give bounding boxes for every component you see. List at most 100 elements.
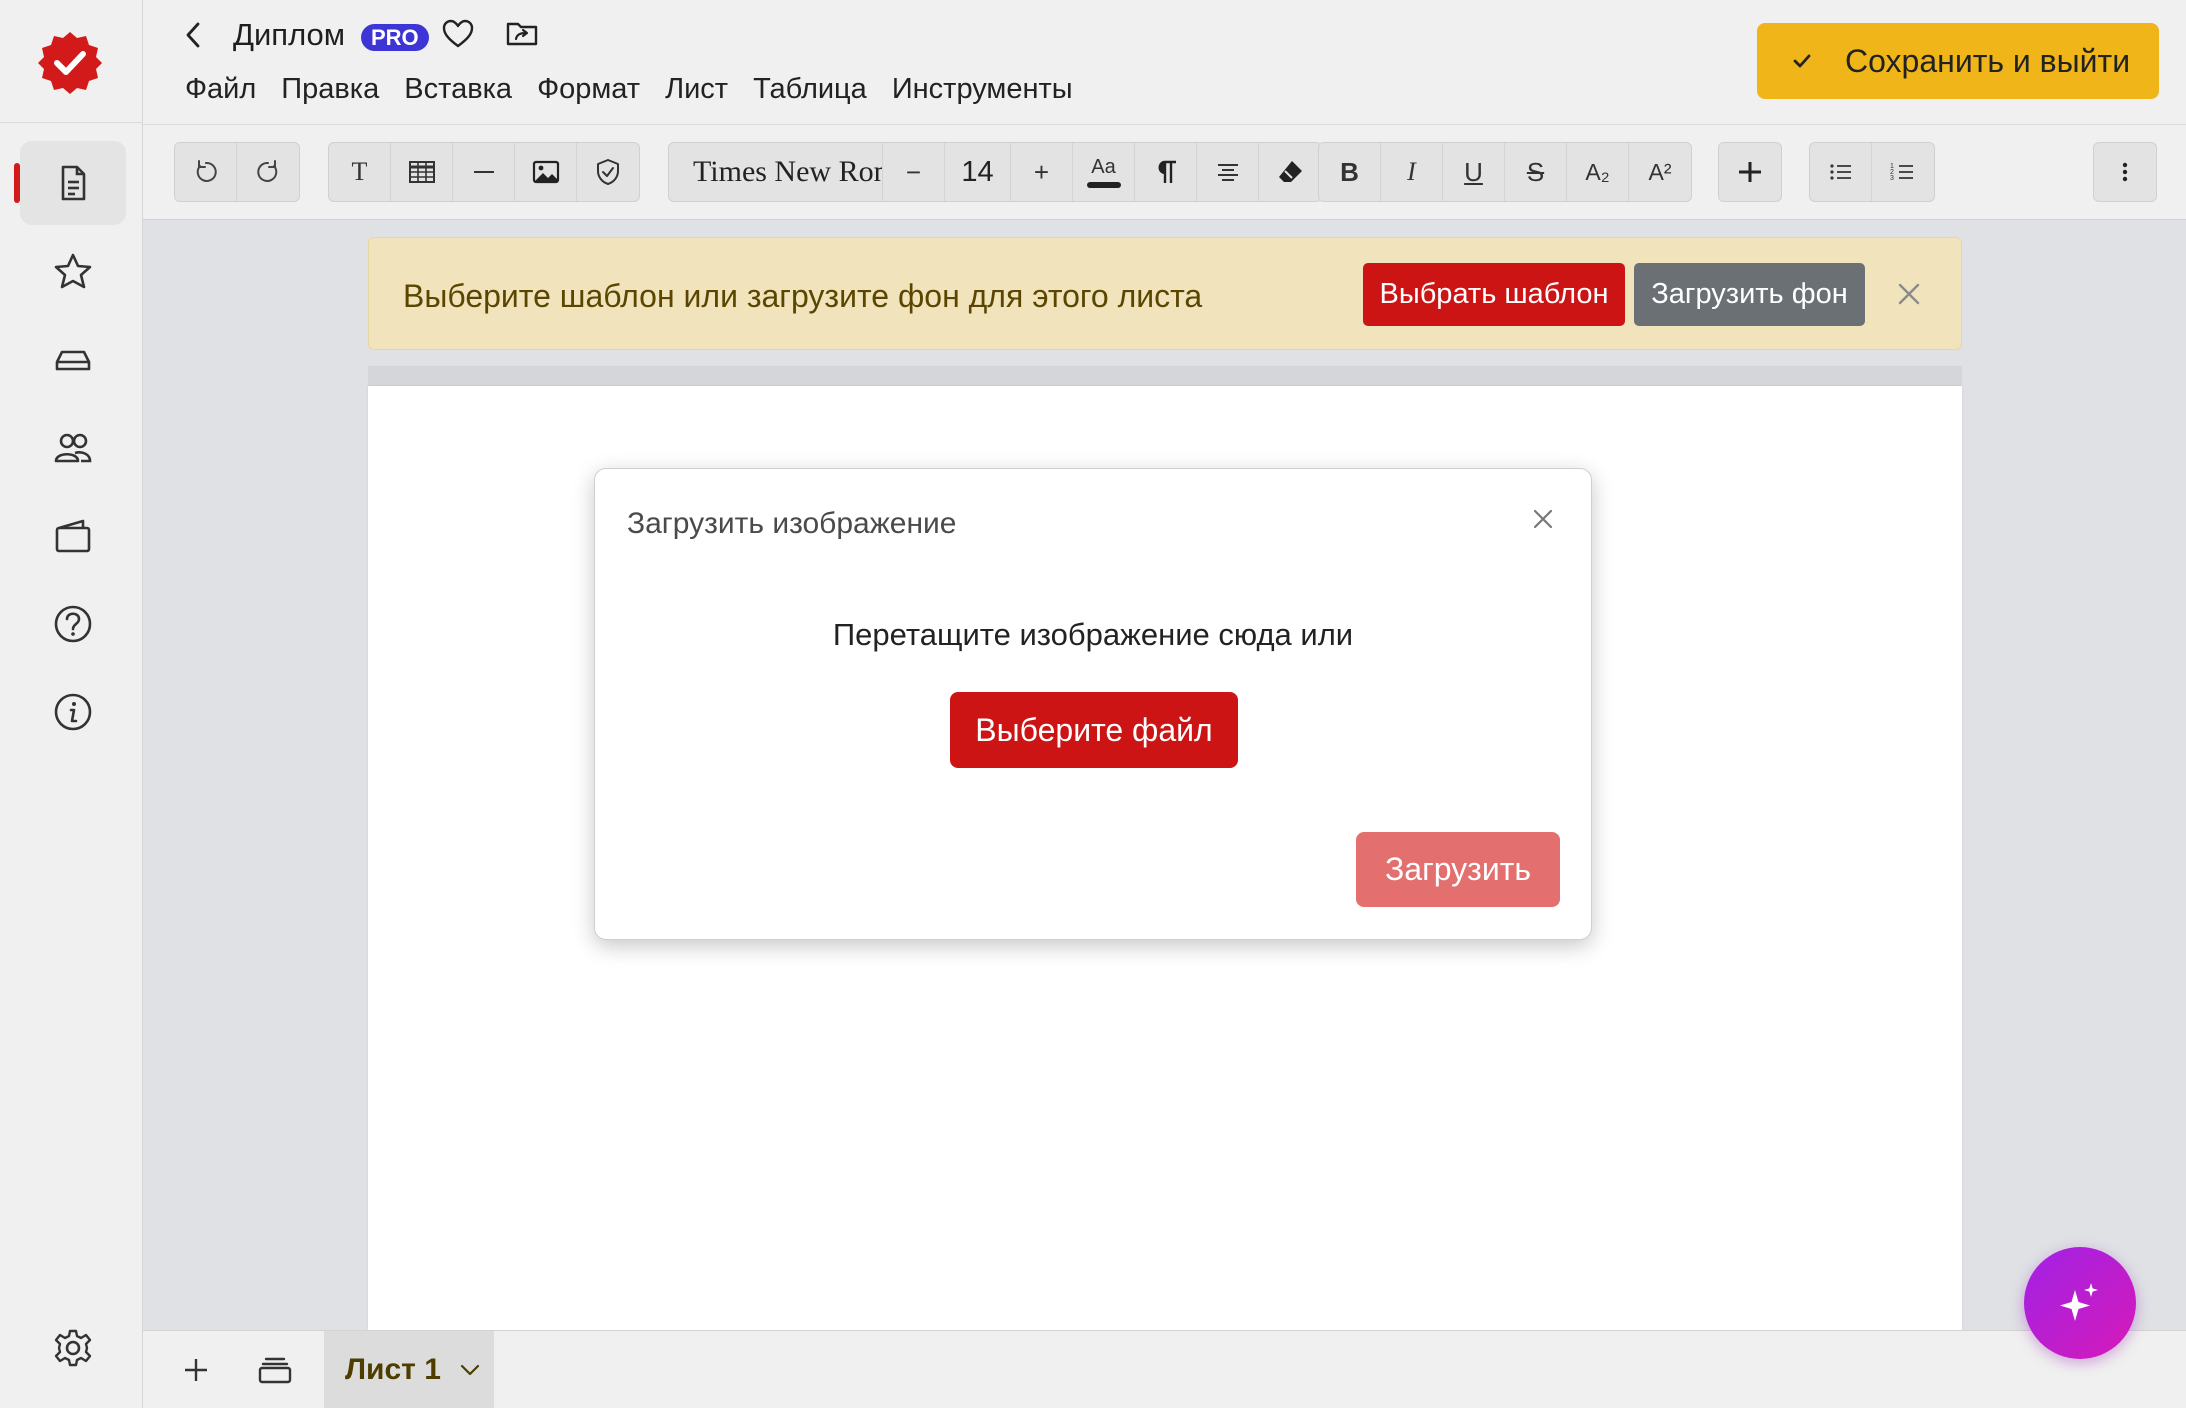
- text-color-button[interactable]: Aa: [1073, 143, 1135, 201]
- sidebar-item-wallet[interactable]: [20, 494, 126, 578]
- move-folder-icon[interactable]: [505, 18, 539, 48]
- subscript-button[interactable]: A₂: [1567, 143, 1629, 201]
- pilcrow-icon: [1158, 160, 1176, 183]
- pro-badge: PRO: [361, 24, 429, 51]
- superscript-button[interactable]: A²: [1629, 143, 1691, 201]
- upload-button[interactable]: Загрузить: [1356, 832, 1560, 907]
- users-icon: [54, 433, 92, 463]
- toolbar: T Times New Ro − 14 + Aa B I U S A₂ A² 1…: [143, 124, 2186, 220]
- sheet-bar: Лист 1: [143, 1330, 2186, 1408]
- drop-zone-text[interactable]: Перетащите изображение сюда или: [595, 617, 1591, 653]
- history-group: [174, 142, 300, 202]
- font-size-increase-button[interactable]: +: [1011, 143, 1073, 201]
- list-group: 1 2 3: [1809, 142, 1935, 202]
- insert-image-button[interactable]: [515, 143, 577, 201]
- insert-text-button[interactable]: T: [329, 143, 391, 201]
- ai-assistant-button[interactable]: [2024, 1247, 2136, 1359]
- dialog-title: Загрузить изображение: [627, 507, 957, 540]
- menu-sheet[interactable]: Лист: [665, 73, 728, 106]
- underline-button[interactable]: U: [1443, 143, 1505, 201]
- align-center-button[interactable]: [1197, 143, 1259, 201]
- info-icon: [54, 693, 92, 731]
- upload-image-dialog: Загрузить изображение Перетащите изображ…: [594, 468, 1592, 940]
- add-element-button[interactable]: [1719, 143, 1781, 201]
- heart-icon[interactable]: [441, 18, 475, 50]
- banner-message: Выберите шаблон или загрузите фон для эт…: [403, 278, 1203, 314]
- sheet-tab[interactable]: Лист 1: [324, 1331, 494, 1408]
- sidebar-item-settings[interactable]: [20, 1306, 126, 1390]
- italic-button[interactable]: I: [1381, 143, 1443, 201]
- sheets-list-icon[interactable]: [257, 1351, 293, 1387]
- numbered-list-button[interactable]: 1 2 3: [1872, 143, 1934, 201]
- font-size-input[interactable]: 14: [945, 143, 1011, 201]
- text-style-group: B I U S A₂ A²: [1318, 142, 1692, 202]
- back-button[interactable]: [177, 18, 211, 52]
- strikethrough-button[interactable]: S: [1505, 143, 1567, 201]
- save-and-exit-button[interactable]: Сохранить и выйти: [1757, 23, 2159, 99]
- menu-table[interactable]: Таблица: [753, 73, 867, 106]
- bulleted-list-button[interactable]: [1810, 143, 1872, 201]
- bulleted-list-icon: [1829, 164, 1851, 180]
- question-icon: [54, 605, 92, 643]
- menu-format[interactable]: Формат: [537, 73, 640, 106]
- font-family-select[interactable]: Times New Roman: [669, 143, 883, 201]
- upload-background-button[interactable]: Загрузить фон: [1634, 263, 1865, 326]
- document-icon: [61, 165, 86, 201]
- sparkle-icon: [2060, 1283, 2098, 1321]
- sidebar-item-documents[interactable]: [14, 141, 126, 225]
- menu-bar: Файл Правка Вставка Формат Лист Таблица …: [185, 73, 1098, 106]
- star-icon: [54, 253, 92, 289]
- more-group: [2093, 142, 2157, 202]
- font-group: Times New Roman − 14 + Aa: [668, 142, 1322, 202]
- undo-icon: [196, 160, 217, 182]
- insert-line-button[interactable]: [453, 143, 515, 201]
- logo-icon[interactable]: [37, 30, 103, 96]
- align-center-icon: [1217, 164, 1238, 181]
- svg-text:3: 3: [1890, 175, 1894, 182]
- menu-insert[interactable]: Вставка: [404, 73, 512, 106]
- choose-file-button[interactable]: Выберите файл: [950, 692, 1238, 768]
- more-vertical-icon: [2122, 162, 2128, 182]
- chevron-down-icon[interactable]: [457, 1357, 483, 1383]
- plus-icon: [1739, 162, 1761, 182]
- text-color-swatch: [1086, 182, 1121, 188]
- sidebar-item-help[interactable]: [20, 582, 126, 666]
- insert-group: T: [328, 142, 640, 202]
- shield-icon: [597, 159, 619, 185]
- image-icon: [532, 160, 559, 184]
- menu-file[interactable]: Файл: [185, 73, 256, 106]
- text-color-label: Aa: [1091, 156, 1116, 178]
- insert-protection-button[interactable]: [577, 143, 639, 201]
- dialog-close-icon[interactable]: [1529, 505, 1557, 533]
- sidebar-item-favorites[interactable]: [20, 230, 126, 314]
- gear-icon: [54, 1329, 92, 1367]
- sidebar: [0, 0, 143, 1408]
- paragraph-marks-button[interactable]: [1135, 143, 1197, 201]
- sidebar-item-info[interactable]: [20, 670, 126, 754]
- drive-icon: [55, 350, 91, 371]
- redo-button[interactable]: [237, 143, 299, 201]
- check-icon: [1793, 54, 1811, 68]
- save-and-exit-label: Сохранить и выйти: [1845, 42, 2131, 79]
- choose-template-button[interactable]: Выбрать шаблон: [1363, 263, 1625, 326]
- add-sheet-icon[interactable]: [179, 1353, 213, 1387]
- sheet-tab-label: Лист 1: [345, 1353, 441, 1386]
- bold-button[interactable]: B: [1319, 143, 1381, 201]
- eraser-icon: [1279, 161, 1302, 182]
- numbered-list-icon: 1 2 3: [1890, 163, 1913, 182]
- insert-element-group: [1718, 142, 1782, 202]
- sidebar-item-users[interactable]: [20, 406, 126, 490]
- undo-button[interactable]: [175, 143, 237, 201]
- menu-tools[interactable]: Инструменты: [892, 73, 1073, 106]
- page-shadow: [368, 366, 1962, 386]
- insert-table-button[interactable]: [391, 143, 453, 201]
- font-size-decrease-button[interactable]: −: [883, 143, 945, 201]
- more-options-button[interactable]: [2094, 143, 2156, 201]
- chevron-left-icon: [186, 22, 200, 48]
- clear-format-button[interactable]: [1259, 143, 1321, 201]
- banner-close-icon[interactable]: [1895, 280, 1923, 308]
- menu-edit[interactable]: Правка: [281, 73, 379, 106]
- table-icon: [408, 161, 435, 183]
- document-title[interactable]: Диплом: [233, 17, 345, 53]
- sidebar-item-storage[interactable]: [20, 318, 126, 402]
